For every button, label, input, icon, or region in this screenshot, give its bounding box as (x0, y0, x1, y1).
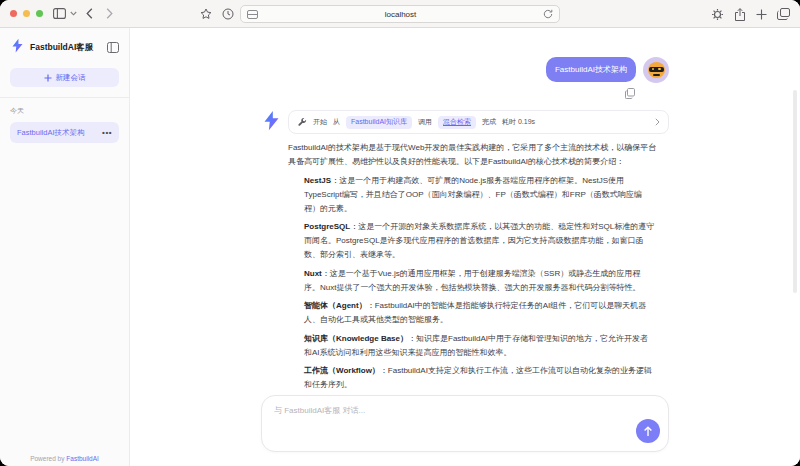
share-icon[interactable] (734, 8, 746, 21)
answer-item: 智能体（Agent）：FastbuildAI中的智能体是指能够执行特定任务的AI… (288, 299, 664, 327)
answer-intro: FastbuildAI的技术架构是基于现代Web开发的最佳实践构建的，它采用了多… (288, 141, 664, 169)
new-tab-icon[interactable] (756, 9, 767, 20)
assistant-avatar-bolt-icon (261, 110, 282, 131)
tool-invoke-label: 调用 (418, 117, 432, 127)
user-message-row: FastbuildAI技术架构 (261, 57, 669, 83)
powered-by-brand-link[interactable]: FastbuildAI (66, 455, 99, 462)
expand-chevron-icon[interactable] (655, 118, 660, 126)
user-message-bubble: FastbuildAI技术架构 (546, 57, 636, 82)
app-title: FastbuildAI客服 (30, 42, 102, 54)
knowledge-base-chip[interactable]: FastbuildAI知识库 (346, 116, 412, 129)
answer-item-list: NestJS：这是一个用于构建高效、可扩展的Node.js服务器端应用程序的框架… (288, 174, 664, 393)
url-text: localhost (258, 10, 543, 19)
zoom-window-button[interactable] (36, 10, 43, 17)
tab-overview-icon[interactable] (777, 8, 790, 20)
browser-window: localhost (0, 0, 800, 466)
answer-item: PostgreSQL：这是一个开源的对象关系数据库系统，以其强大的功能、稳定性和… (288, 220, 664, 262)
conversation-item[interactable]: FastbuildAI技术架构 ••• (10, 122, 119, 143)
chat-input-box[interactable] (261, 395, 669, 452)
browser-toolbar: localhost (0, 0, 800, 28)
conversation-title: FastbuildAI技术架构 (17, 128, 102, 138)
forward-button[interactable] (106, 8, 113, 19)
sidebar: FastbuildAI客服 新建会话 今天 FastbuildAI技术架构 ••… (0, 28, 130, 466)
chat-panel: FastbuildAI技术架构 (130, 28, 800, 466)
plus-icon (44, 74, 52, 82)
tool-done-label: 完成 (482, 117, 496, 127)
refresh-icon[interactable] (543, 9, 553, 19)
close-window-button[interactable] (10, 10, 17, 17)
app-logo-bolt-icon (10, 38, 25, 57)
conversation-more-icon[interactable]: ••• (102, 128, 112, 137)
conversation-group-label: 今天 (10, 106, 119, 116)
bookmark-star-icon[interactable] (200, 8, 212, 20)
back-button[interactable] (86, 8, 93, 19)
copy-message-icon[interactable] (625, 88, 635, 99)
powered-by-text: Powered by (30, 455, 64, 462)
assistant-message-row: 开始 从 FastbuildAI知识库 调用 混合检索 完成 耗时 0.19s (261, 110, 669, 392)
user-avatar-face (648, 62, 665, 78)
new-conversation-label: 新建会话 (56, 73, 86, 83)
tool-wrench-icon (297, 117, 307, 127)
assistant-answer: FastbuildAI的技术架构是基于现代Web开发的最佳实践构建的，它采用了多… (288, 141, 669, 392)
history-clock-icon[interactable] (222, 8, 234, 20)
minimize-window-button[interactable] (23, 10, 30, 17)
tool-from-label: 从 (333, 117, 340, 127)
sidebar-chevron-icon[interactable] (70, 11, 77, 16)
tool-call-bar[interactable]: 开始 从 FastbuildAI知识库 调用 混合检索 完成 耗时 0.19s (288, 110, 669, 134)
answer-item: Nuxt：这是一个基于Vue.js的通用应用框架，用于创建服务端渲染（SSR）或… (288, 267, 664, 295)
retrieval-method-chip[interactable]: 混合检索 (438, 116, 476, 129)
send-button[interactable] (636, 419, 660, 443)
powered-by-footer: Powered by FastbuildAI (0, 455, 129, 462)
answer-item: 知识库（Knowledge Base）：知识库是FastbuildAI中用于存储… (288, 332, 664, 360)
new-conversation-button[interactable]: 新建会话 (10, 68, 119, 87)
tool-start-label: 开始 (313, 117, 327, 127)
chat-input[interactable] (262, 396, 668, 430)
browser-sidebar-icon[interactable] (53, 8, 66, 19)
answer-item: 工作流（Workflow）：FastbuildAI支持定义和执行工作流，这些工作… (288, 364, 664, 392)
window-controls (10, 10, 43, 17)
settings-gear-icon[interactable] (711, 8, 724, 21)
page-reader-icon[interactable] (247, 10, 258, 19)
answer-item: NestJS：这是一个用于构建高效、可扩展的Node.js服务器端应用程序的框架… (288, 174, 664, 216)
tool-time-label: 耗时 0.19s (502, 117, 535, 127)
address-bar[interactable]: localhost (240, 5, 560, 23)
collapse-sidebar-icon[interactable] (107, 42, 119, 53)
scrollbar-thumb[interactable] (793, 90, 797, 293)
user-avatar (643, 57, 669, 83)
sidebar-divider (0, 97, 129, 98)
